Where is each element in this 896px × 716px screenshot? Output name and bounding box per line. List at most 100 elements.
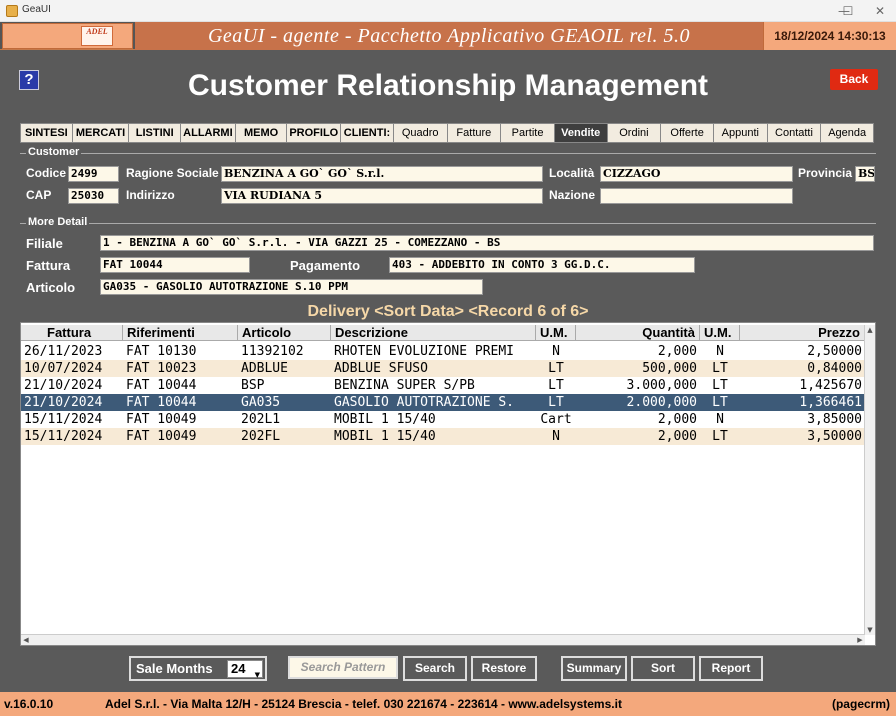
vertical-scrollbar[interactable]: ▲ ▼ — [864, 325, 875, 635]
scroll-left-icon[interactable]: ◀ — [21, 635, 31, 645]
report-button[interactable]: Report — [699, 656, 763, 681]
tab-partite[interactable]: Partite — [500, 123, 554, 143]
cell-descrizione: MOBIL 1 15/40 — [334, 429, 436, 444]
col-fattura[interactable]: Fattura — [21, 325, 123, 341]
cell-riferimenti: FAT 10049 — [126, 412, 197, 427]
table-row[interactable]: 21/10/2024 FAT 10044 BSP BENZINA SUPER S… — [21, 377, 865, 394]
tab-agenda[interactable]: Agenda — [820, 123, 875, 143]
tab-allarmi[interactable]: ALLARMI — [180, 123, 235, 143]
table-row[interactable]: 15/11/2024 FAT 10049 202L1 MOBIL 1 15/40… — [21, 411, 865, 428]
cell-um2: N — [716, 412, 724, 427]
col-articolo[interactable]: Articolo — [238, 325, 331, 341]
search-pattern-input[interactable]: Search Pattern — [288, 656, 398, 679]
cell-um2: N — [716, 344, 724, 359]
codice-field[interactable]: 2499 — [68, 166, 119, 182]
cell-descrizione: MOBIL 1 15/40 — [334, 412, 436, 427]
cell-um1: LT — [548, 395, 564, 410]
filiale-field[interactable]: 1 - BENZINA A GO` GO` S.r.l. - VIA GAZZI… — [100, 235, 874, 251]
tab-vendite[interactable]: Vendite — [553, 123, 607, 143]
col-um1[interactable]: U.M. — [536, 325, 576, 341]
articolo-field[interactable]: GA035 - GASOLIO AUTOTRAZIONE S.10 PPM — [100, 279, 483, 295]
ragione-sociale-field[interactable]: BENZINA A GO` GO` S.r.l. — [221, 166, 543, 182]
table-row[interactable]: 10/07/2024 FAT 10023 ADBLUE ADBLUE SFUSO… — [21, 360, 865, 377]
sale-months-control: Sale Months 24 ▼ — [129, 656, 267, 681]
localita-field[interactable]: CIZZAGO — [600, 166, 793, 182]
tab-contatti[interactable]: Contatti — [766, 123, 821, 143]
cell-um2: LT — [712, 361, 728, 376]
fattura-field[interactable]: FAT 10044 — [100, 257, 250, 273]
sale-months-value: 24 — [231, 661, 246, 676]
tab-quadro[interactable]: Quadro — [392, 123, 447, 143]
filiale-label: Filiale — [26, 236, 63, 251]
cell-riferimenti: FAT 10044 — [126, 395, 197, 410]
grid-title: Delivery <Sort Data> <Record 6 of 6> — [307, 303, 589, 320]
pagamento-field[interactable]: 403 - ADDEBITO IN CONTO 3 GG.D.C. — [389, 257, 695, 273]
tab-fatture[interactable]: Fatture — [446, 123, 501, 143]
provincia-field[interactable]: BS — [855, 166, 875, 182]
sale-months-select[interactable]: 24 ▼ — [227, 660, 263, 679]
table-row[interactable]: 15/11/2024 FAT 10049 202FL MOBIL 1 15/40… — [21, 428, 865, 445]
tab-ordini[interactable]: Ordini — [606, 123, 661, 143]
col-prezzo[interactable]: Prezzo — [740, 325, 865, 341]
app-header: ADEL GeaUI - agente - Pacchetto Applicat… — [0, 22, 896, 50]
table-row-selected[interactable]: 21/10/2024 FAT 10044 GA035 GASOLIO AUTOT… — [21, 394, 865, 411]
articolo-label: Articolo — [26, 280, 76, 295]
window-title: GeaUI — [22, 4, 51, 15]
indirizzo-field[interactable]: VIA RUDIANA 5 — [221, 188, 543, 204]
scroll-down-icon[interactable]: ▼ — [865, 625, 875, 635]
datetime: 18/12/2024 14:30:13 — [763, 22, 896, 50]
back-button[interactable]: Back — [830, 69, 878, 90]
tab-appunti[interactable]: Appunti — [712, 123, 767, 143]
maximize-icon[interactable]: ☐ — [832, 2, 864, 20]
cell-riferimenti: FAT 10049 — [126, 429, 197, 444]
tab-offerte[interactable]: Offerte — [660, 123, 713, 143]
sort-button[interactable]: Sort — [631, 656, 695, 681]
chevron-down-icon: ▼ — [254, 671, 260, 679]
tab-listini[interactable]: LISTINI — [128, 123, 181, 143]
nazione-field[interactable] — [600, 188, 793, 204]
help-button[interactable]: ? — [19, 70, 39, 90]
fattura-label: Fattura — [26, 258, 71, 273]
app-icon — [6, 5, 18, 17]
col-descrizione[interactable]: Descrizione — [331, 325, 536, 341]
cell-um1: N — [552, 429, 560, 444]
delivery-grid: Fattura Riferimenti Articolo Descrizione… — [20, 322, 876, 646]
close-icon[interactable]: ✕ — [864, 2, 896, 20]
tab-mercati[interactable]: MERCATI — [71, 123, 129, 143]
cell-um1: Cart — [540, 412, 572, 427]
summary-button[interactable]: Summary — [561, 656, 627, 681]
cell-articolo: BSP — [241, 378, 265, 393]
table-row[interactable]: 26/11/2023 FAT 10130 11392102 RHOTEN EVO… — [21, 343, 865, 360]
cell-quantita: 2.000,000 — [626, 395, 697, 410]
cell-prezzo: 1,425670 — [799, 378, 862, 393]
col-um2[interactable]: U.M. — [700, 325, 740, 341]
cell-fattura: 15/11/2024 — [24, 412, 103, 427]
scroll-right-icon[interactable]: ▶ — [855, 635, 865, 645]
tab-memo[interactable]: MEMO — [234, 123, 287, 143]
customer-legend: Customer — [26, 146, 82, 158]
cell-um1: N — [552, 344, 560, 359]
cell-quantita: 2,000 — [657, 429, 697, 444]
tab-clienti[interactable]: CLIENTI: — [340, 123, 393, 143]
tab-bar: SINTESI MERCATI LISTINI ALLARMI MEMO PRO… — [20, 123, 875, 143]
cell-descrizione: BENZINA SUPER S/PB — [334, 378, 475, 393]
search-button[interactable]: Search — [403, 656, 467, 681]
cell-fattura: 21/10/2024 — [24, 395, 103, 410]
scroll-up-icon[interactable]: ▲ — [865, 325, 875, 335]
cell-quantita: 3.000,000 — [626, 378, 697, 393]
tab-profilo[interactable]: PROFILO — [286, 123, 341, 143]
cell-prezzo: 2,50000 — [807, 344, 862, 359]
cell-quantita: 2,000 — [657, 344, 697, 359]
col-quantita[interactable]: Quantità — [576, 325, 700, 341]
pagamento-label: Pagamento — [290, 258, 361, 273]
horizontal-scrollbar[interactable]: ◀ ▶ — [21, 634, 865, 645]
col-riferimenti[interactable]: Riferimenti — [123, 325, 238, 341]
page-title: Customer Relationship Management — [187, 69, 709, 102]
nazione-label: Nazione — [549, 188, 596, 202]
sale-months-label: Sale Months — [136, 661, 213, 676]
company-info: Adel S.r.l. - Via Malta 12/H - 25124 Bre… — [105, 697, 622, 711]
tab-sintesi[interactable]: SINTESI — [20, 123, 72, 143]
restore-button[interactable]: Restore — [471, 656, 537, 681]
cap-field[interactable]: 25030 — [68, 188, 119, 204]
cell-articolo: 202FL — [241, 429, 281, 444]
